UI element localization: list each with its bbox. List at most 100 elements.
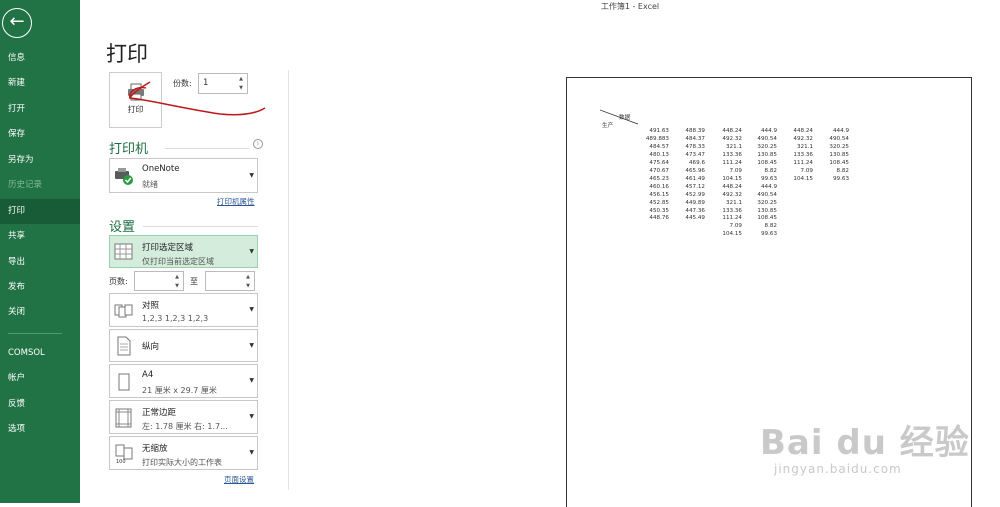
preview-cell: 8.82 — [764, 223, 777, 230]
preview-cell: 461.49 — [685, 175, 705, 182]
printer-properties-link[interactable]: 打印机属性 — [217, 196, 255, 207]
preview-cell: 448.24 — [722, 128, 742, 134]
margins-title: 正常边距 — [142, 408, 177, 418]
preview-cell: 104.15 — [722, 175, 742, 182]
sidebar-item-account[interactable]: 帐户 — [0, 366, 80, 390]
collate-title: 对照 — [142, 301, 160, 311]
preview-cell: 108.45 — [829, 159, 849, 166]
back-arrow-icon[interactable]: ← — [2, 8, 32, 38]
preview-cell: 490.54 — [757, 135, 777, 142]
chevron-down-icon: ▼ — [249, 306, 254, 313]
sidebar-item-print[interactable]: 打印 — [0, 199, 80, 224]
print-range-dropdown[interactable]: 打印选定区域 仅打印当前选定区域 ▼ — [109, 235, 258, 268]
preview-cell: 473.47 — [685, 151, 705, 158]
info-icon[interactable]: i — [253, 139, 263, 149]
scaling-dropdown[interactable]: 100 无缩放 打印实际大小的工作表 ▼ — [109, 436, 258, 470]
sidebar-item-save[interactable]: 保存 — [0, 122, 80, 146]
preview-cell: 133.36 — [793, 151, 813, 158]
sidebar-item-comsol[interactable]: COMSOL — [0, 341, 80, 365]
margins-subtitle: 左: 1.78 厘米 右: 1.7... — [142, 422, 228, 431]
preview-cell: 465.23 — [649, 175, 669, 182]
preview-cell: 7.09 — [729, 223, 742, 230]
chevron-down-icon: ▼ — [249, 341, 254, 349]
collate-icon — [114, 304, 133, 318]
preview-cell: 111.24 — [722, 159, 742, 166]
preview-header-bottom: 生产 — [602, 123, 614, 129]
sidebar-item-publish[interactable]: 发布 — [0, 275, 80, 299]
settings-heading: 设置 — [109, 220, 136, 235]
svg-text:100: 100 — [116, 459, 126, 464]
pages-from-input[interactable]: ▲ ▼ — [134, 271, 184, 291]
preview-cell: 130.85 — [757, 151, 777, 158]
preview-cell: 488.39 — [685, 128, 705, 134]
preview-cell: 478.33 — [685, 143, 705, 150]
pages-label: 页数: — [109, 277, 128, 286]
preview-cell: 111.24 — [722, 215, 742, 222]
preview-cell: 111.24 — [793, 159, 813, 166]
sidebar-item-share[interactable]: 共享 — [0, 224, 80, 248]
chevron-down-icon: ▼ — [249, 413, 254, 420]
preview-cell: 492.32 — [722, 191, 742, 198]
sidebar-item-new[interactable]: 新建 — [0, 71, 80, 95]
sidebar-item-save-as[interactable]: 另存为 — [0, 148, 80, 172]
preview-cell: 7.09 — [800, 167, 813, 174]
sidebar-divider — [8, 333, 62, 334]
copies-stepper[interactable]: 1 ▲ ▼ — [198, 73, 248, 94]
printer-dropdown[interactable]: OneNote 就绪 ▼ — [109, 158, 258, 193]
spin-up-icon[interactable]: ▲ — [173, 273, 181, 282]
copies-label: 份数: — [173, 79, 192, 88]
sidebar-item-feedback[interactable]: 反馈 — [0, 392, 80, 416]
spin-down-icon[interactable]: ▼ — [244, 282, 252, 291]
sidebar-item-open[interactable]: 打开 — [0, 97, 80, 121]
orientation-dropdown[interactable]: 纵向 ▼ — [109, 329, 258, 362]
chevron-down-icon: ▼ — [249, 247, 254, 255]
preview-cell: 475.64 — [649, 159, 669, 166]
preview-column-1: 491.63 489.883 484.57 480.13 475.64 470.67 465… — [639, 128, 669, 223]
settings-heading-rule — [143, 226, 258, 227]
preview-column-3: 448.24 492.32 321.1 133.36 111.24 7.09 104.15 4… — [712, 128, 742, 239]
spin-down-icon[interactable]: ▼ — [237, 84, 245, 93]
pages-to-label: 至 — [190, 277, 198, 286]
preview-cell: 470.67 — [649, 167, 669, 174]
pages-to-input[interactable]: ▲ ▼ — [205, 271, 255, 291]
print-range-subtitle: 仅打印当前选定区域 — [142, 257, 214, 266]
preview-header-top: 数据 — [619, 115, 631, 121]
spin-up-icon[interactable]: ▲ — [244, 273, 252, 282]
preview-cell: 321.1 — [796, 143, 813, 150]
preview-cell: 452.99 — [685, 191, 705, 198]
scaling-subtitle: 打印实际大小的工作表 — [142, 458, 222, 467]
preview-cell: 130.85 — [757, 207, 777, 214]
preview-cell: 491.63 — [649, 128, 669, 134]
preview-cell: 456.15 — [649, 191, 669, 198]
page-setup-link[interactable]: 页面设置 — [224, 474, 254, 485]
no-scaling-icon: 100 — [115, 444, 133, 464]
paper-size-dropdown[interactable]: A4 21 厘米 x 29.7 厘米 ▼ — [109, 364, 258, 398]
preview-cell: 448.24 — [722, 183, 742, 190]
sidebar-item-options[interactable]: 选项 — [0, 417, 80, 441]
preview-cell: 320.25 — [757, 199, 777, 206]
window-title: 工作簿1 - Excel — [600, 2, 660, 11]
spin-down-icon[interactable]: ▼ — [173, 282, 181, 291]
grid-selection-icon — [114, 243, 133, 260]
preview-cell: 492.32 — [793, 135, 813, 142]
preview-cell: 321.1 — [725, 199, 742, 206]
preview-cell: 8.82 — [836, 167, 849, 174]
preview-cell: 489.883 — [645, 135, 669, 142]
preview-column-6: 444.9 490.54 320.25 130.85 108.45 8.82 99.63 — [819, 128, 849, 184]
margins-dropdown[interactable]: 正常边距 左: 1.78 厘米 右: 1.7... ▼ — [109, 400, 258, 434]
preview-cell: 452.85 — [649, 199, 669, 206]
sidebar-item-export[interactable]: 导出 — [0, 250, 80, 274]
sidebar-item-info[interactable]: 信息 — [0, 46, 80, 70]
sidebar-item-close[interactable]: 关闭 — [0, 300, 80, 324]
print-range-title: 打印选定区域 — [142, 243, 194, 253]
preview-column-5: 448.24 492.32 321.1 133.36 111.24 7.09 104.15 — [783, 128, 813, 184]
preview-cell: 7.09 — [729, 167, 742, 174]
collate-dropdown[interactable]: 对照 1,2,3 1,2,3 1,2,3 ▼ — [109, 293, 258, 327]
preview-cell: 321.1 — [725, 143, 742, 150]
preview-cell: 460.16 — [649, 183, 669, 190]
spin-up-icon[interactable]: ▲ — [237, 75, 245, 84]
margins-icon — [115, 408, 132, 428]
preview-cell: 492.32 — [722, 135, 742, 142]
watermark-brand: Bai du 经验 — [760, 423, 970, 463]
preview-cell: 104.15 — [793, 175, 813, 182]
